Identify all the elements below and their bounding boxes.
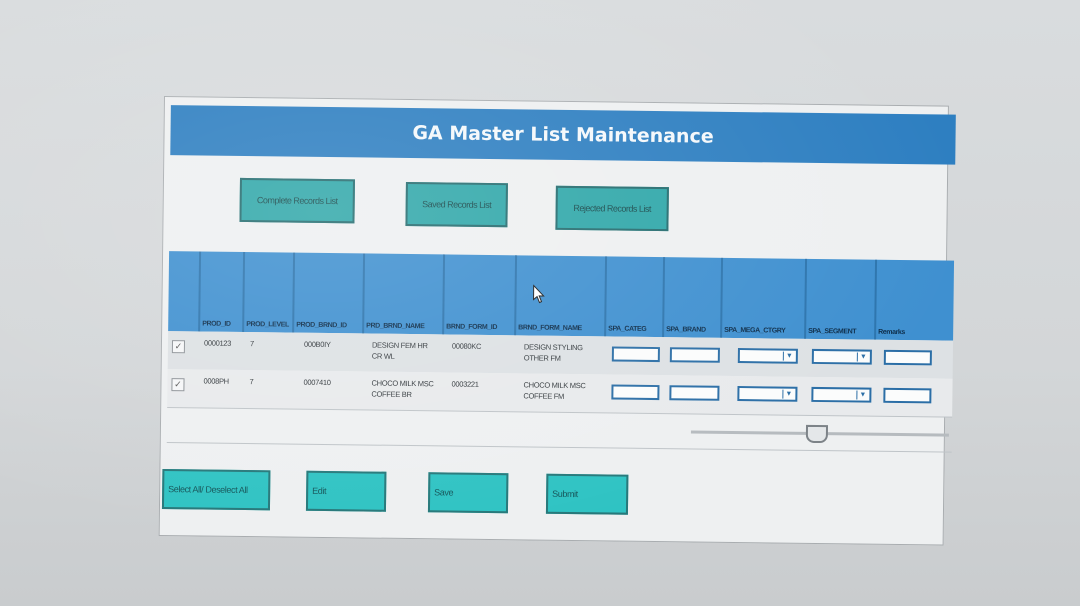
app-window: GA Master List Maintenance Complete Reco… (158, 96, 956, 546)
cell-prod-id: 0008PH (203, 376, 229, 386)
column-header-prd-brnd-name[interactable]: PRD_BRND_NAME (364, 253, 446, 335)
spa-categ-input[interactable] (611, 384, 660, 401)
column-header-select (168, 251, 202, 332)
save-button[interactable]: Save (427, 472, 509, 514)
remarks-input[interactable] (883, 387, 932, 404)
column-header-brnd-form-id[interactable]: BRND_FORM_ID (444, 254, 518, 336)
cell-prd-brnd-name: DESIGN FEM HR CR WL (371, 340, 428, 361)
cell-prod-brnd-id: 000B0IY (303, 339, 331, 350)
cell-brnd-form-id: 0003221 (451, 379, 479, 389)
cell-prod-id: 0000123 (203, 338, 232, 348)
column-label: PROD_LEVEL (246, 321, 289, 329)
scrollbar-thumb[interactable] (805, 424, 829, 444)
column-label: PRD_BRND_NAME (366, 322, 425, 331)
rejected-records-list-button[interactable]: Rejected Records List (555, 185, 669, 232)
column-header-spa-categ[interactable]: SPA_CATEG (606, 256, 666, 338)
column-header-prod-id[interactable]: PROD_ID (200, 251, 246, 332)
column-label: SPA_BRAND (666, 326, 706, 334)
spa-segment-select[interactable]: ▼ (811, 348, 872, 365)
title-bar: GA Master List Maintenance (170, 105, 956, 165)
cell-prd-brnd-name: CHOCO MILK MSC COFFEE BR (371, 378, 434, 400)
column-header-spa-segment[interactable]: SPA_SEGMENT (806, 258, 878, 340)
column-label: SPA_CATEG (608, 325, 647, 333)
column-label: PROD_BRND_ID (296, 321, 347, 330)
select-all-deselect-all-button[interactable]: Select All/ Deselect All (161, 469, 271, 511)
cell-prod-level: 7 (249, 377, 254, 387)
cell-prod-brnd-id: 0007410 (303, 377, 331, 388)
submit-button[interactable]: Submit (545, 473, 629, 515)
spa-brand-input[interactable] (669, 385, 720, 401)
pointer-cursor-icon (533, 284, 545, 304)
spa-segment-select[interactable]: ▼ (811, 386, 872, 403)
grid-header: PROD_ID PROD_LEVEL PROD_BRND_ID PRD_BRND… (168, 251, 955, 341)
column-label: SPA_MEGA_CTGRY (724, 326, 786, 335)
chevron-down-icon: ▼ (782, 351, 795, 361)
chevron-down-icon: ▼ (856, 352, 869, 362)
spa-categ-input[interactable] (611, 346, 660, 363)
column-header-spa-brand[interactable]: SPA_BRAND (664, 257, 724, 338)
remarks-input[interactable] (883, 349, 932, 366)
spa-brand-input[interactable] (669, 347, 720, 363)
spa-mega-ctgry-select[interactable]: ▼ (737, 386, 798, 402)
column-header-remarks[interactable]: Remarks (876, 260, 954, 341)
page-title: GA Master List Maintenance (412, 122, 714, 148)
spa-mega-ctgry-select[interactable]: ▼ (737, 348, 798, 364)
column-header-prod-level[interactable]: PROD_LEVEL (244, 252, 296, 333)
column-label: BRND_FORM_NAME (518, 324, 582, 333)
cell-brnd-form-name: DESIGN STYLING OTHER FM (523, 342, 583, 363)
column-label: Remarks (878, 328, 905, 337)
column-header-prod-brnd-id[interactable]: PROD_BRND_ID (294, 252, 366, 334)
column-label: PROD_ID (202, 320, 231, 328)
cell-brnd-form-id: 00080KC (451, 341, 482, 351)
cell-prod-level: 7 (249, 339, 254, 349)
column-label: SPA_SEGMENT (808, 327, 857, 336)
saved-records-list-button[interactable]: Saved Records List (405, 181, 508, 228)
cell-brnd-form-name: CHOCO MILK MSC COFFEE FM (523, 380, 586, 401)
chevron-down-icon: ▼ (782, 389, 795, 399)
divider (166, 442, 952, 453)
check-icon[interactable]: ✓ (171, 340, 186, 354)
edit-button[interactable]: Edit (305, 470, 387, 512)
complete-records-list-button[interactable]: Complete Records List (239, 177, 355, 224)
column-label: BRND_FORM_ID (446, 323, 498, 332)
chevron-down-icon: ▼ (856, 390, 869, 400)
check-icon[interactable]: ✓ (171, 378, 185, 392)
column-header-spa-mega-ctgry[interactable]: SPA_MEGA_CTGRY (722, 257, 808, 339)
